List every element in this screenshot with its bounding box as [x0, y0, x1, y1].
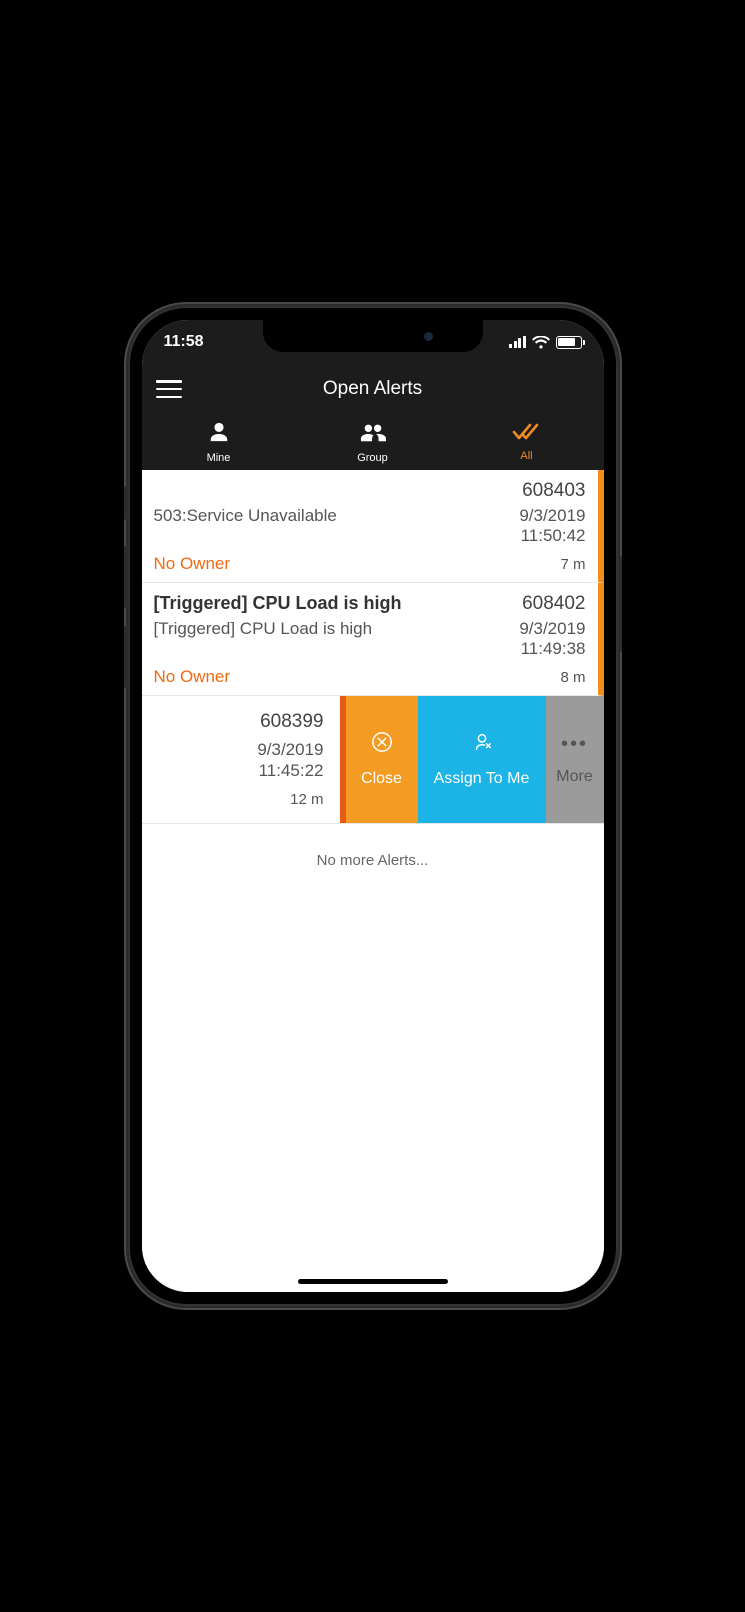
volume-button	[124, 546, 128, 608]
alert-date: 9/3/2019	[257, 739, 323, 760]
status-time: 11:58	[164, 333, 204, 351]
phone-frame: 11:58 Open Alerts	[128, 306, 618, 1306]
phone-screen: 11:58 Open Alerts	[142, 320, 604, 1292]
alert-row-swiped[interactable]: 608399 9/3/2019 11:45:22 12 m Close	[142, 696, 604, 824]
close-action-button[interactable]: Close	[346, 696, 418, 823]
alert-time: 11:49:38	[519, 639, 585, 659]
alert-owner: No Owner	[154, 667, 231, 687]
hamburger-menu-icon[interactable]	[156, 380, 182, 398]
no-more-alerts-label: No more Alerts...	[142, 852, 604, 869]
assign-icon	[471, 731, 493, 758]
action-label: More	[556, 768, 592, 786]
alert-id: 608399	[260, 711, 323, 733]
assign-to-me-button[interactable]: Assign To Me	[418, 696, 546, 823]
alert-row[interactable]: [Triggered] CPU Load is high 608402 [Tri…	[142, 583, 604, 696]
alert-row-content[interactable]: 608399 9/3/2019 11:45:22 12 m	[142, 696, 340, 823]
alert-date: 9/3/2019	[519, 619, 585, 639]
page-title: Open Alerts	[142, 378, 604, 400]
alert-time: 11:50:42	[519, 526, 585, 546]
alert-id: 608403	[522, 480, 585, 502]
person-icon	[208, 421, 230, 448]
tab-label: Group	[357, 452, 388, 464]
tab-all[interactable]: All	[450, 414, 604, 470]
filter-tabs: Mine Group All	[142, 414, 604, 470]
cellular-signal-icon	[509, 336, 526, 348]
alert-description: 503:Service Unavailable	[154, 506, 337, 546]
alert-age: 8 m	[560, 669, 585, 686]
alert-owner: No Owner	[154, 554, 231, 574]
tab-group[interactable]: Group	[296, 414, 450, 470]
alert-title: [Triggered] CPU Load is high	[154, 593, 402, 615]
action-label: Assign To Me	[434, 770, 530, 788]
nav-bar: Open Alerts	[142, 364, 604, 414]
alert-age: 7 m	[560, 556, 585, 573]
volume-button	[124, 486, 128, 520]
power-button	[618, 556, 622, 652]
close-circle-icon	[371, 731, 393, 758]
tab-mine[interactable]: Mine	[142, 414, 296, 470]
alert-id: 608402	[522, 593, 585, 615]
ellipsis-icon: •••	[561, 733, 588, 756]
notch	[263, 320, 483, 352]
people-icon	[360, 421, 386, 448]
tab-label: Mine	[207, 452, 231, 464]
double-check-icon	[512, 423, 542, 446]
wifi-icon	[532, 336, 550, 349]
alert-date: 9/3/2019	[519, 506, 585, 526]
alert-row[interactable]: 608403 503:Service Unavailable 9/3/2019 …	[142, 470, 604, 583]
tab-label: All	[520, 450, 532, 462]
action-label: Close	[361, 770, 402, 788]
battery-icon	[556, 336, 582, 349]
home-indicator[interactable]	[298, 1279, 448, 1284]
alert-list[interactable]: 608403 503:Service Unavailable 9/3/2019 …	[142, 470, 604, 1292]
alert-age: 12 m	[290, 791, 323, 808]
alert-description: [Triggered] CPU Load is high	[154, 619, 373, 659]
alert-time: 11:45:22	[257, 760, 323, 781]
volume-button	[124, 626, 128, 688]
more-actions-button[interactable]: ••• More	[546, 696, 604, 823]
status-right	[509, 336, 582, 349]
